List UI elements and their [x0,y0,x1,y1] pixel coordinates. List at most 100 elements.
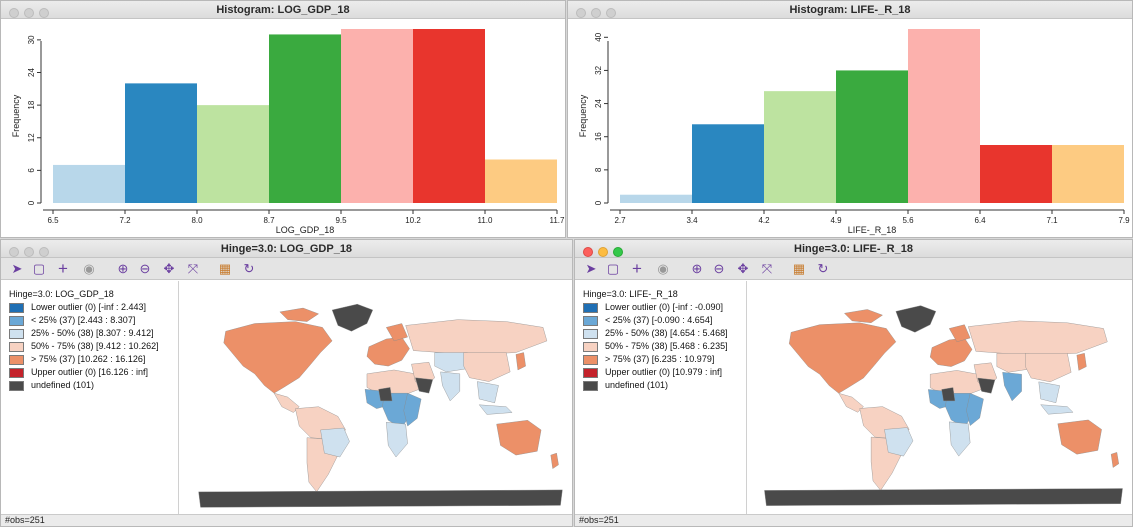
layer-db-icon[interactable]: ◉ [655,261,671,277]
map-canvas[interactable] [753,281,1132,514]
histogram-bar[interactable] [269,34,341,203]
region-southeast-asia[interactable] [1038,381,1060,404]
legend-label: > 75% (37) [10.262 : 16.126] [31,354,146,364]
pan-icon[interactable]: ✥ [735,261,751,277]
region-north-america[interactable] [223,321,333,394]
basemap-icon[interactable]: ▦ [217,261,233,277]
y-tick-label: 18 [27,100,36,109]
select-arrow-icon[interactable]: ➤ [9,261,25,277]
refresh-icon[interactable]: ↻ [241,261,257,277]
map-window-life: Hinge=3.0: LIFE-_R_18 ➤ ▢ + ◉ ⊕ ⊖ ✥ ⤧ ▦ … [574,239,1133,527]
region-new-zealand[interactable] [550,452,559,469]
refresh-icon[interactable]: ↻ [815,261,831,277]
region-japan[interactable] [515,352,526,371]
histogram-bar[interactable] [197,105,269,203]
region-australia[interactable] [1057,419,1102,455]
basemap-icon[interactable]: ▦ [791,261,807,277]
full-extent-icon[interactable]: ⤧ [759,261,775,277]
select-rect-icon[interactable]: ▢ [31,261,47,277]
region-china[interactable] [1025,353,1072,383]
region-southern-africa[interactable] [949,421,971,457]
region-arabian-peninsula[interactable] [977,377,996,394]
region-scandinavia[interactable] [948,324,971,343]
legend-swatch [9,355,24,365]
region-russia[interactable] [968,320,1108,356]
region-canadian-arctic[interactable] [279,307,320,322]
region-antarctica[interactable] [764,488,1123,506]
region-brazil[interactable] [320,427,350,458]
world-choropleth-map[interactable] [753,281,1133,516]
region-new-zealand[interactable] [1110,452,1119,468]
window-titlebar[interactable]: Histogram: LIFE-_R_18 [568,1,1132,19]
histogram-bar[interactable] [53,164,125,203]
y-tick-label: 8 [594,167,603,172]
region-scandinavia[interactable] [386,323,408,342]
window-titlebar[interactable]: Hinge=3.0: LOG_GDP_18 [1,240,572,258]
region-antarctica[interactable] [198,489,563,508]
add-plus-icon[interactable]: + [55,260,71,277]
histogram-bar[interactable] [620,194,692,203]
histogram-bar[interactable] [1052,145,1124,203]
pan-icon[interactable]: ✥ [161,261,177,277]
histogram-bar[interactable] [980,145,1052,203]
region-india[interactable] [440,371,461,402]
legend-label: 50% - 75% (38) [9.412 : 10.262] [31,341,159,351]
region-greenland[interactable] [895,305,937,333]
histogram-bar[interactable] [692,124,764,203]
region-east-africa[interactable] [966,392,984,426]
window-titlebar[interactable]: Histogram: LOG_GDP_18 [1,1,565,19]
histogram-bar[interactable] [413,29,485,203]
add-plus-icon[interactable]: + [629,260,645,277]
world-choropleth-map[interactable] [187,281,573,516]
region-arabian-peninsula[interactable] [415,377,433,394]
legend-label: < 25% (37) [2.443 : 8.307] [31,315,136,325]
region-india[interactable] [1002,372,1022,402]
region-africa-undefined[interactable] [941,387,956,402]
map-window-gdp: Hinge=3.0: LOG_GDP_18 ➤ ▢ + ◉ ⊕ ⊖ ✥ ⤧ ▦ … [0,239,573,527]
region-japan[interactable] [1076,353,1087,371]
histogram-bar[interactable] [764,91,836,203]
zoom-in-icon[interactable]: ⊕ [689,261,705,277]
legend-label: < 25% (37) [-0.090 : 4.654] [605,315,713,325]
histogram-bar[interactable] [485,159,557,204]
legend-swatch [583,303,598,313]
region-canadian-arctic[interactable] [844,309,883,323]
zoom-out-icon[interactable]: ⊖ [711,261,727,277]
region-russia[interactable] [405,319,548,355]
status-bar: #obs=251 [575,514,1132,526]
legend-title: Hinge=3.0: LIFE-_R_18 [583,289,678,299]
region-europe[interactable] [366,336,410,367]
full-extent-icon[interactable]: ⤧ [185,261,201,277]
region-southern-africa[interactable] [386,421,408,458]
zoom-out-icon[interactable]: ⊖ [137,261,153,277]
region-europe[interactable] [929,337,973,367]
histogram-bar[interactable] [341,29,413,203]
histogram-bar[interactable] [836,70,908,203]
x-tick-label: 11.7 [550,216,566,225]
y-tick-label: 6 [27,168,36,173]
zoom-in-icon[interactable]: ⊕ [115,261,131,277]
region-indonesia[interactable] [478,404,513,415]
region-indonesia[interactable] [1040,404,1074,415]
histogram-window-life: Histogram: LIFE-_R_18 0 8 16 24 32 40 Frequenc… [567,0,1133,238]
layer-db-icon[interactable]: ◉ [81,261,97,277]
region-east-africa[interactable] [403,392,422,427]
histogram-bar[interactable] [125,83,197,203]
select-rect-icon[interactable]: ▢ [605,261,621,277]
y-tick-label: 30 [27,35,36,44]
window-titlebar[interactable]: Hinge=3.0: LIFE-_R_18 [575,240,1132,258]
region-brazil[interactable] [884,427,914,457]
legend-swatch [583,316,598,326]
region-china[interactable] [463,352,511,382]
region-greenland[interactable] [331,303,374,332]
select-arrow-icon[interactable]: ➤ [583,261,599,277]
region-north-america[interactable] [788,322,897,394]
region-southeast-asia[interactable] [477,381,499,404]
legend-swatch [9,342,24,352]
legend-swatch [583,342,598,352]
y-axis-label: Frequency [11,94,21,137]
histogram-bar[interactable] [908,29,980,203]
region-africa-undefined[interactable] [378,387,393,402]
region-australia[interactable] [496,420,542,456]
map-canvas[interactable] [187,281,572,514]
